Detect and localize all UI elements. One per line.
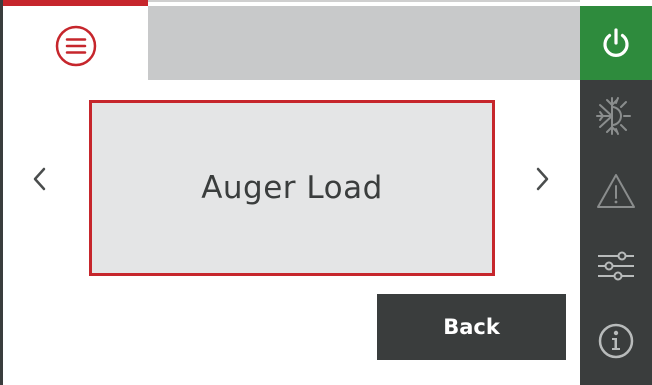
sidebar <box>580 6 652 385</box>
power-button[interactable] <box>580 6 652 80</box>
power-icon <box>603 28 629 57</box>
next-button[interactable] <box>522 154 562 204</box>
menu-tab[interactable] <box>3 0 148 80</box>
info-icon <box>598 323 634 359</box>
warning-button[interactable] <box>580 156 652 226</box>
sliders-icon <box>598 251 634 281</box>
header-bar <box>148 6 580 80</box>
climate-button[interactable] <box>580 81 652 151</box>
chevron-left-icon <box>33 167 46 191</box>
chevron-right-icon <box>536 167 549 191</box>
menu-tab-accent <box>3 0 148 6</box>
sun-snowflake-icon <box>596 97 631 135</box>
previous-button[interactable] <box>20 154 60 204</box>
selection-box[interactable]: Auger Load <box>89 100 495 276</box>
menu-lines-icon[interactable] <box>54 24 98 68</box>
settings-button[interactable] <box>580 231 652 301</box>
screen: Auger Load Back <box>0 0 652 385</box>
warning-triangle-icon <box>597 174 635 208</box>
back-button[interactable]: Back <box>377 294 566 360</box>
info-button[interactable] <box>580 306 652 376</box>
selection-label: Auger Load <box>201 170 383 206</box>
